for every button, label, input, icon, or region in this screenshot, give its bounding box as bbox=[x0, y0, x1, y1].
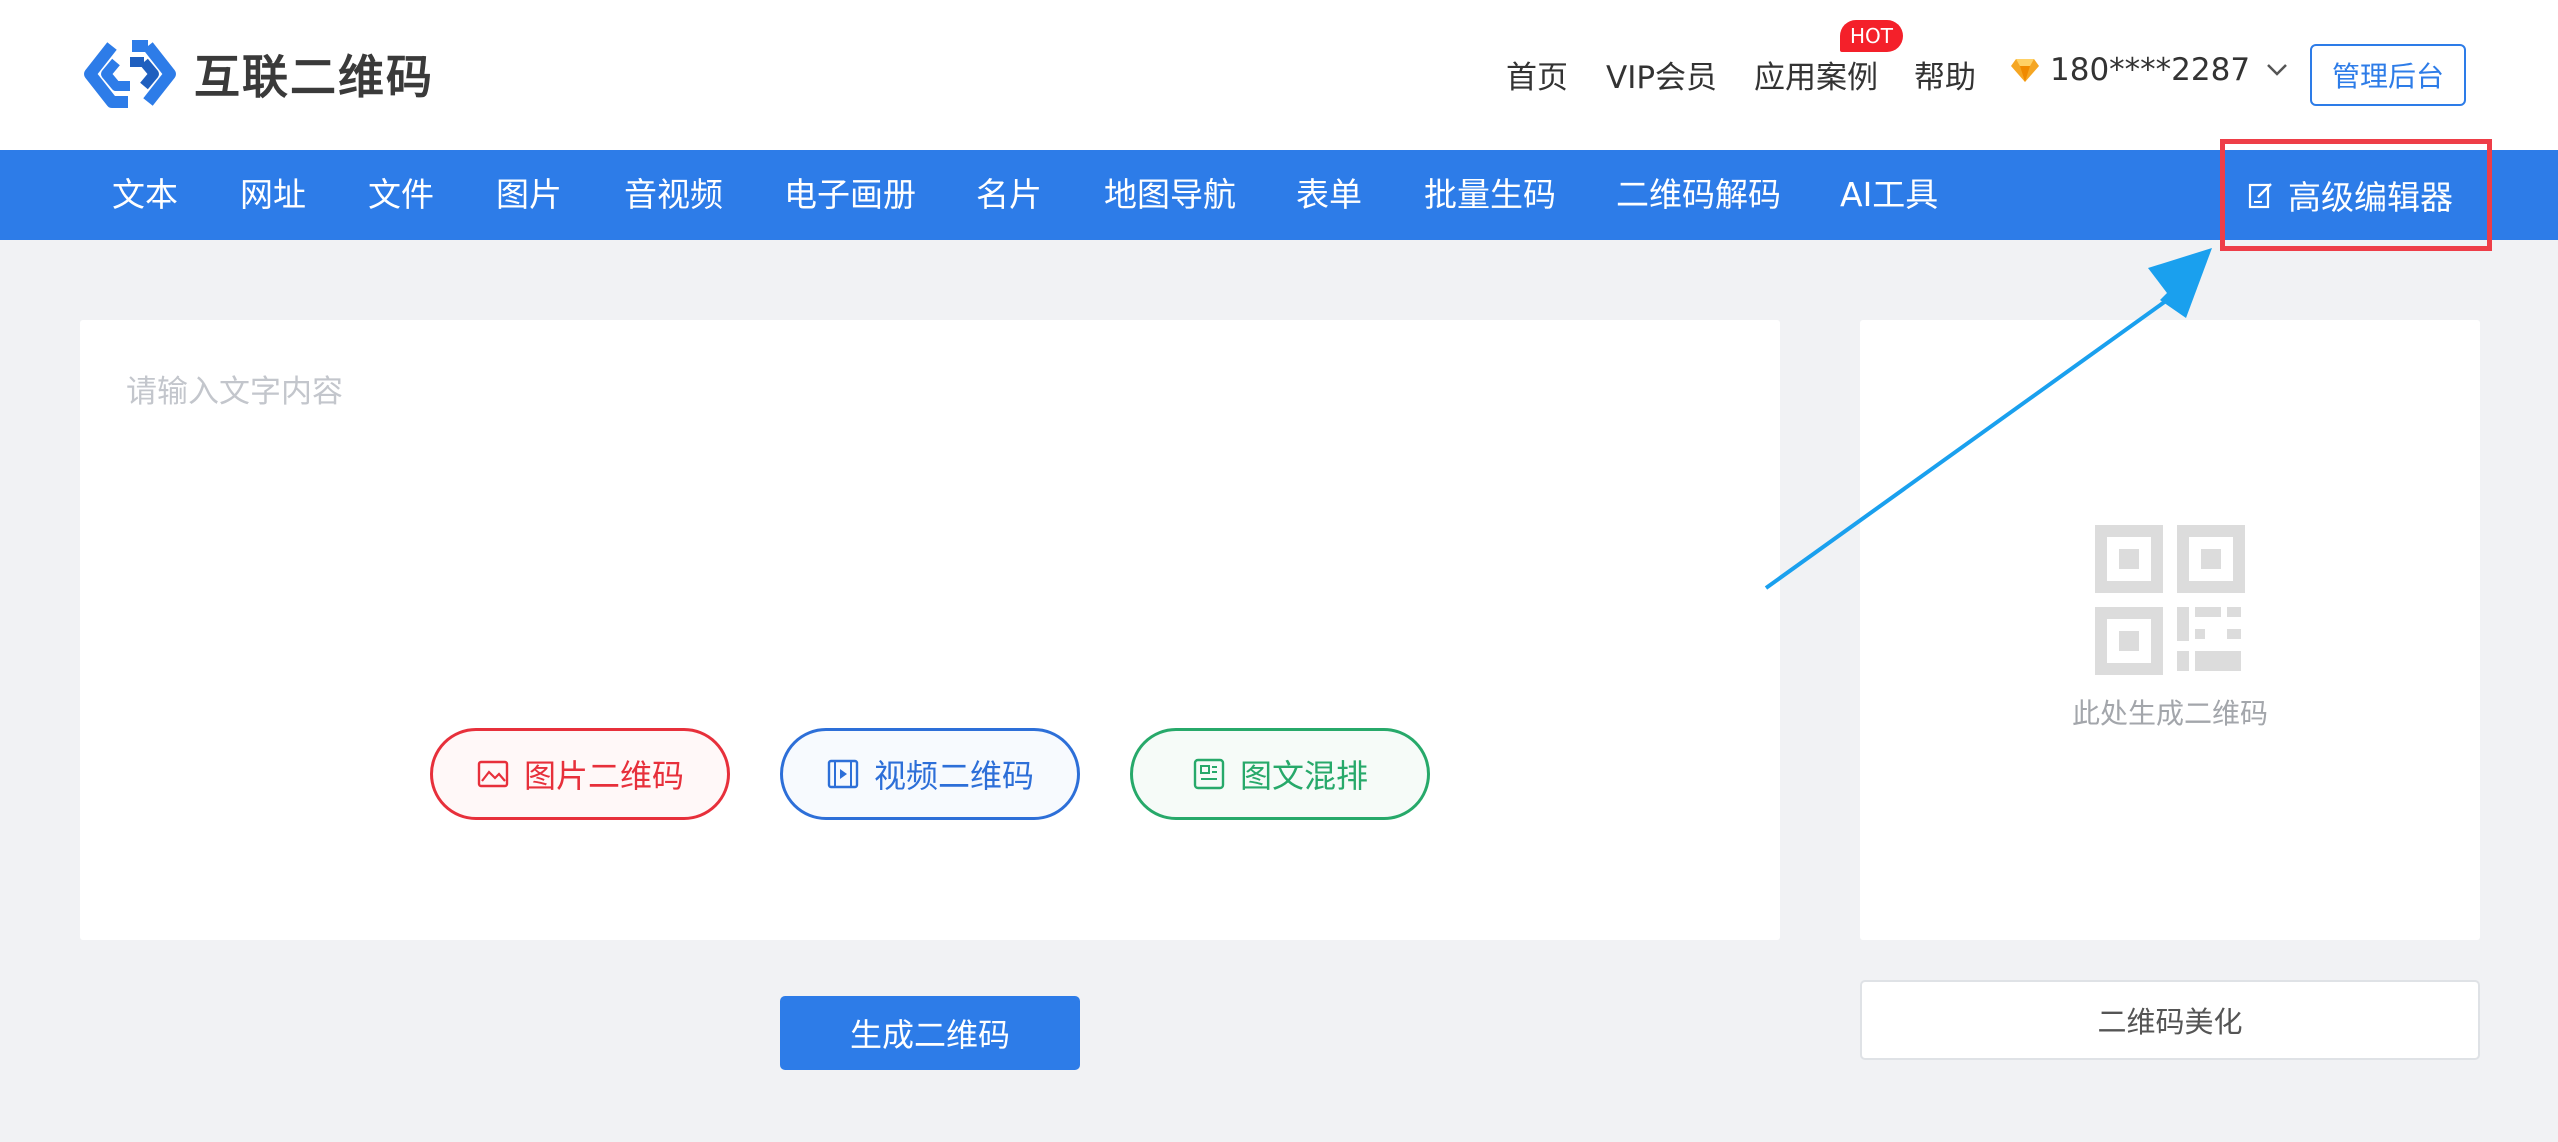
video-qr-button[interactable]: 视频二维码 bbox=[780, 728, 1080, 820]
qr-placeholder-caption: 此处生成二维码 bbox=[2071, 697, 2268, 730]
brand-name: 互联二维码 bbox=[194, 50, 434, 104]
nav-business-card[interactable]: 名片 bbox=[976, 150, 1042, 240]
hot-badge: HOT bbox=[1840, 20, 1903, 52]
nav-form[interactable]: 表单 bbox=[1296, 150, 1362, 240]
document-icon bbox=[1193, 758, 1225, 790]
main-nav: 文本 网址 文件 图片 音视频 电子画册 名片 地图导航 表单 批量生码 二维码… bbox=[0, 150, 2558, 240]
nav-ai-tools[interactable]: AI工具 bbox=[1840, 150, 1938, 240]
nav-map[interactable]: 地图导航 bbox=[1104, 150, 1236, 240]
image-qr-button[interactable]: 图片二维码 bbox=[430, 728, 730, 820]
chevron-down-icon bbox=[2267, 64, 2287, 76]
top-nav-home[interactable]: 首页 bbox=[1506, 52, 1568, 97]
nav-text[interactable]: 文本 bbox=[112, 150, 178, 240]
generate-qr-button[interactable]: 生成二维码 bbox=[780, 996, 1080, 1070]
qr-preview-panel: 此处生成二维码 bbox=[1860, 320, 2480, 940]
mixed-layout-button[interactable]: 图文混排 bbox=[1130, 728, 1430, 820]
nav-decode[interactable]: 二维码解码 bbox=[1616, 150, 1781, 240]
image-icon bbox=[477, 760, 509, 788]
top-nav-vip[interactable]: VIP会员 bbox=[1606, 52, 1717, 97]
top-nav-help[interactable]: 帮助 bbox=[1914, 52, 1976, 97]
admin-button[interactable]: 管理后台 bbox=[2310, 44, 2466, 106]
image-qr-label: 图片二维码 bbox=[523, 757, 684, 795]
nav-file[interactable]: 文件 bbox=[368, 150, 434, 240]
brand-logo[interactable]: 互联二维码 bbox=[82, 38, 434, 110]
nav-url[interactable]: 网址 bbox=[240, 150, 306, 240]
nav-batch[interactable]: 批量生码 bbox=[1424, 150, 1556, 240]
qr-beautify-button[interactable]: 二维码美化 bbox=[1860, 980, 2480, 1060]
nav-audio-video[interactable]: 音视频 bbox=[624, 150, 723, 240]
video-icon bbox=[827, 759, 859, 789]
video-qr-label: 视频二维码 bbox=[873, 757, 1034, 795]
content-input[interactable] bbox=[126, 366, 1726, 566]
top-nav-cases[interactable]: 应用案例 bbox=[1754, 52, 1878, 97]
diamond-icon bbox=[2011, 59, 2039, 82]
nav-ebook[interactable]: 电子画册 bbox=[784, 150, 916, 240]
user-menu[interactable]: 180****2287 bbox=[2010, 52, 2288, 88]
editor-panel: 图片二维码 视频二维码 图文混排 bbox=[80, 320, 1780, 940]
qr-code-icon bbox=[2095, 525, 2245, 675]
mixed-layout-label: 图文混排 bbox=[1239, 757, 1368, 795]
nav-image[interactable]: 图片 bbox=[496, 150, 562, 240]
user-phone: 180****2287 bbox=[2050, 52, 2251, 88]
logo-icon bbox=[84, 40, 176, 108]
highlight-box bbox=[2220, 139, 2492, 251]
top-header: 互联二维码 首页 VIP会员 应用案例 HOT 帮助 180****2287 管… bbox=[0, 0, 2558, 150]
